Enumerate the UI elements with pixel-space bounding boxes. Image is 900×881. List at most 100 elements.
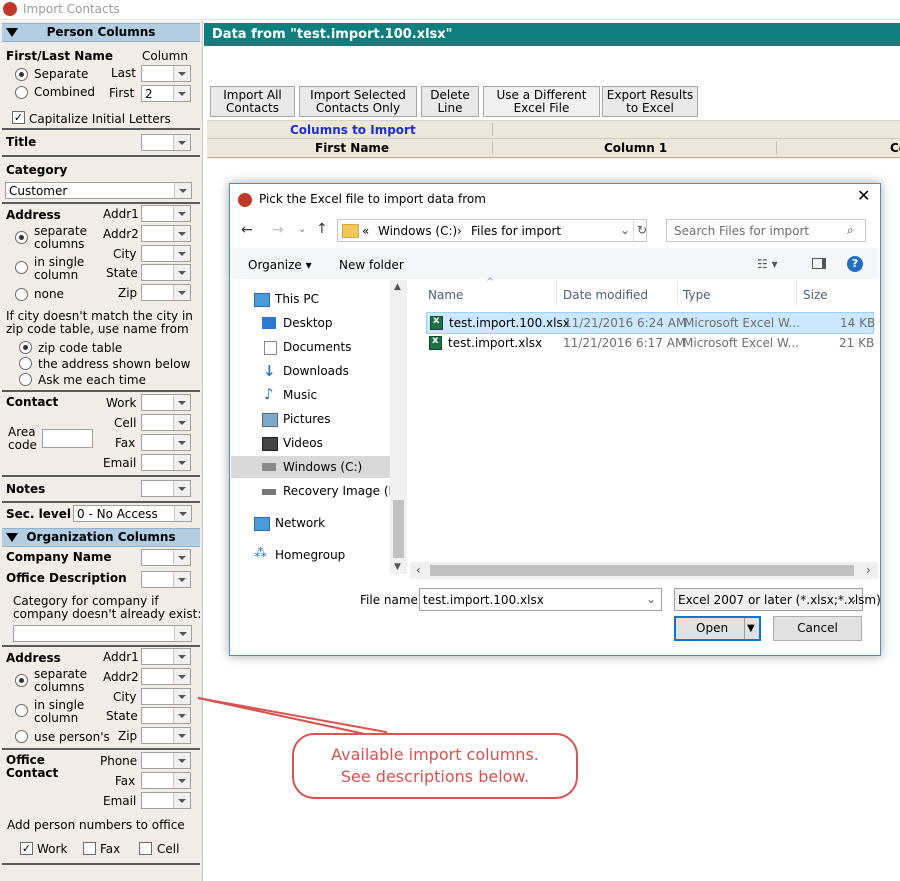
chevron-down-icon[interactable] <box>173 435 190 450</box>
nav-videos[interactable]: Videos <box>231 432 391 454</box>
add-cell-checkbox[interactable] <box>139 842 152 855</box>
path-folder[interactable]: Files for import <box>471 224 561 238</box>
chevron-down-icon[interactable] <box>174 183 191 198</box>
use-persons-radio[interactable] <box>15 730 28 743</box>
chevron-down-icon[interactable]: ⌄ <box>620 223 630 237</box>
chevron-down-icon[interactable] <box>173 246 190 261</box>
category-select[interactable]: Customer <box>5 182 192 199</box>
none-radio[interactable] <box>15 288 28 301</box>
org-zip-select[interactable] <box>141 727 191 744</box>
import-all-button[interactable]: Import All Contacts <box>210 86 295 117</box>
up-arrow-icon[interactable]: ↑ <box>316 221 328 237</box>
recent-locations-icon[interactable]: ⌄ <box>298 224 306 235</box>
sec-level-select[interactable]: 0 - No Access <box>73 505 192 522</box>
title-column-select[interactable] <box>141 134 191 151</box>
chevron-down-icon[interactable] <box>173 728 190 743</box>
nav-recovery-d[interactable]: Recovery Image (D:) <box>231 480 407 502</box>
add-work-checkbox[interactable]: ✓ <box>20 842 33 855</box>
nav-downloads[interactable]: ↓ Downloads <box>231 360 391 382</box>
search-input[interactable]: Search Files for import ⌕ <box>666 219 866 242</box>
office-phone-select[interactable] <box>141 752 191 769</box>
nav-pictures[interactable]: Pictures <box>231 408 391 430</box>
chevron-down-icon[interactable] <box>173 265 190 280</box>
scroll-left-icon[interactable]: ‹ <box>416 563 421 577</box>
path-overflow[interactable]: « <box>362 224 369 238</box>
import-selected-button[interactable]: Import Selected Contacts Only <box>299 86 417 117</box>
chevron-down-icon[interactable] <box>173 135 190 150</box>
capitalize-checkbox[interactable]: ✓ <box>12 111 25 124</box>
chevron-down-icon[interactable] <box>173 572 190 587</box>
column-2-header[interactable]: Co <box>890 141 900 155</box>
organize-menu[interactable]: Organize ▾ <box>248 258 312 272</box>
refresh-icon[interactable]: ↻ <box>637 223 647 237</box>
separate-radio[interactable] <box>15 68 28 81</box>
separate-columns-radio[interactable] <box>15 231 28 244</box>
zip-table-radio[interactable] <box>19 341 32 354</box>
organization-columns-header[interactable]: Organization Columns <box>2 528 200 547</box>
nav-windows-c[interactable]: Windows (C:) <box>231 456 391 478</box>
org-state-select[interactable] <box>141 707 191 724</box>
file-row[interactable]: test.import.xlsx 11/21/2016 6:17 AM Micr… <box>426 333 874 353</box>
name-column-header[interactable]: Name <box>428 288 463 302</box>
org-addr1-select[interactable] <box>141 648 191 665</box>
close-icon[interactable]: ✕ <box>857 188 870 204</box>
ask-each-radio[interactable] <box>19 373 32 386</box>
company-category-select[interactable] <box>13 625 192 642</box>
view-options-icon[interactable]: ☷ ▾ <box>757 257 778 271</box>
nav-music[interactable]: ♪ Music <box>231 384 391 406</box>
nav-network[interactable]: Network <box>231 512 391 534</box>
org-city-select[interactable] <box>141 688 191 705</box>
scroll-thumb[interactable] <box>393 500 404 558</box>
city-select[interactable] <box>141 245 191 262</box>
chevron-down-icon[interactable] <box>174 506 191 521</box>
chevron-down-icon[interactable] <box>173 395 190 410</box>
chevron-down-icon[interactable]: ⌄ <box>646 592 656 606</box>
back-arrow-icon[interactable]: ← <box>241 222 253 238</box>
date-column-header[interactable]: Date modified <box>563 288 648 302</box>
path-separator-icon[interactable]: › <box>457 224 462 238</box>
email-select[interactable] <box>141 454 191 471</box>
chevron-down-icon[interactable] <box>173 66 190 81</box>
preview-pane-icon[interactable] <box>812 258 826 269</box>
scroll-down-icon[interactable]: ▼ <box>394 560 401 574</box>
last-column-select[interactable] <box>141 65 191 82</box>
scroll-thumb[interactable] <box>430 565 854 576</box>
org-separate-columns-radio[interactable] <box>15 674 28 687</box>
help-icon[interactable]: ? <box>847 256 863 272</box>
file-name-input[interactable]: test.import.100.xlsx ⌄ <box>419 588 662 611</box>
scroll-up-icon[interactable]: ▲ <box>394 280 401 294</box>
nav-documents[interactable]: Documents <box>231 336 391 358</box>
addr2-select[interactable] <box>141 225 191 242</box>
chevron-down-icon[interactable] <box>174 626 191 641</box>
address-bar[interactable]: « Windows (C:) › Files for import ⌄ ↻ <box>337 219 647 242</box>
office-email-select[interactable] <box>141 792 191 809</box>
addr-below-radio[interactable] <box>19 357 32 370</box>
column-1-header[interactable]: Column 1 <box>604 141 667 155</box>
zip-select[interactable] <box>141 284 191 301</box>
chevron-down-icon[interactable] <box>173 86 190 101</box>
first-column-select[interactable]: 2 <box>141 85 191 102</box>
chevron-down-icon[interactable]: ⌄ <box>848 592 858 606</box>
nav-homegroup[interactable]: ⁂ Homegroup <box>231 544 391 566</box>
chevron-down-icon[interactable] <box>173 285 190 300</box>
first-name-column-header[interactable]: First Name <box>315 141 389 155</box>
file-type-select[interactable]: Excel 2007 or later (*.xlsx;*.xlsm) ⌄ <box>674 588 881 611</box>
add-fax-checkbox[interactable] <box>83 842 96 855</box>
chevron-down-icon[interactable] <box>173 481 190 496</box>
file-list-scrollbar[interactable]: ‹ › <box>410 562 878 579</box>
person-columns-header[interactable]: Person Columns <box>2 23 200 42</box>
nav-this-pc[interactable]: This PC <box>231 288 391 310</box>
org-addr2-select[interactable] <box>141 668 191 685</box>
chevron-down-icon[interactable] <box>173 689 190 704</box>
path-drive[interactable]: Windows (C:) <box>378 224 457 238</box>
notes-select[interactable] <box>141 480 191 497</box>
office-fax-select[interactable] <box>141 772 191 789</box>
chevron-down-icon[interactable] <box>173 226 190 241</box>
work-select[interactable] <box>141 394 191 411</box>
new-folder-button[interactable]: New folder <box>339 258 404 272</box>
size-column-header[interactable]: Size <box>803 288 828 302</box>
chevron-down-icon[interactable] <box>173 415 190 430</box>
chevron-down-icon[interactable] <box>173 550 190 565</box>
state-select[interactable] <box>141 264 191 281</box>
company-name-select[interactable] <box>141 549 191 566</box>
